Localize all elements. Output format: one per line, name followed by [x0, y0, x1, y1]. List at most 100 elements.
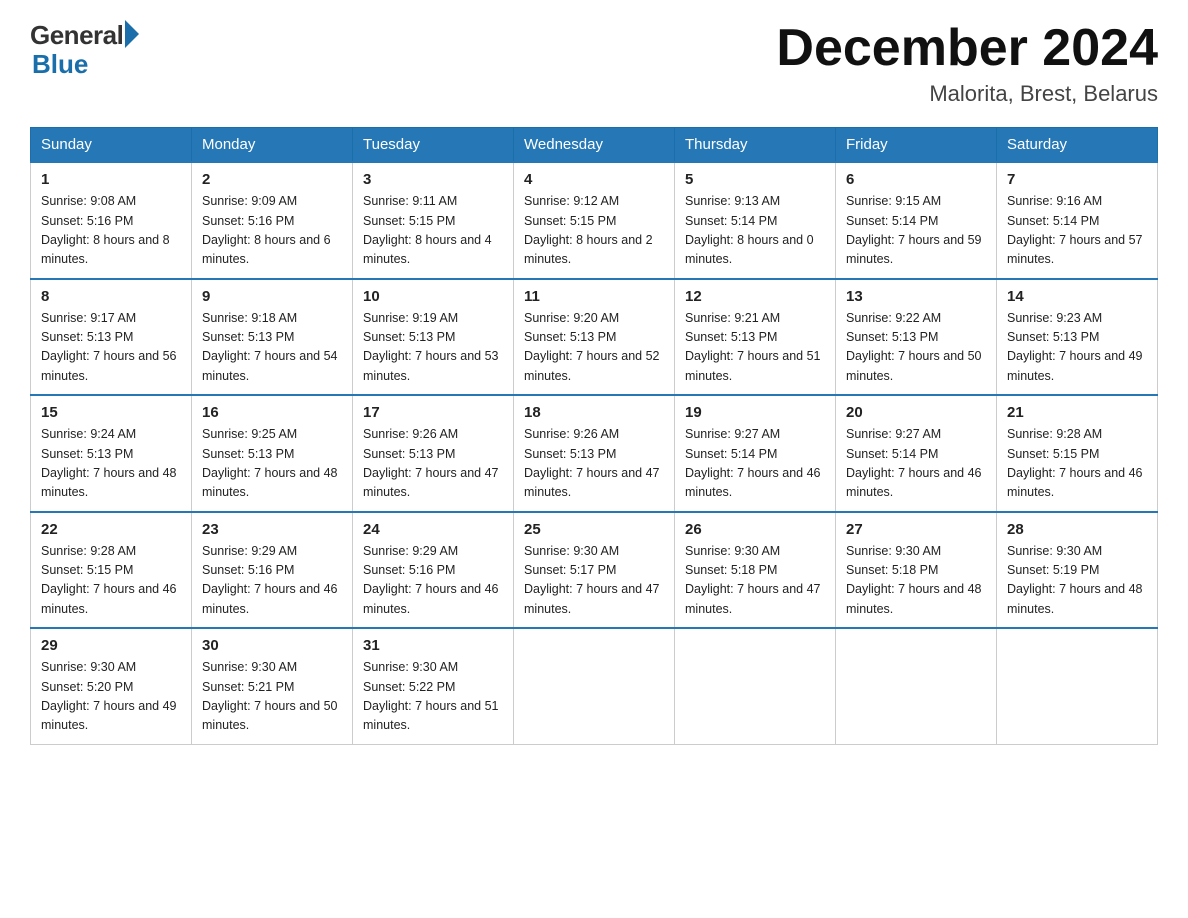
- calendar-week-row: 1 Sunrise: 9:08 AMSunset: 5:16 PMDaylight…: [31, 162, 1158, 279]
- calendar-day-cell: 19Sunrise: 9:27 AMSunset: 5:14 PMDayligh…: [675, 395, 836, 512]
- day-number: 8: [41, 288, 181, 305]
- calendar-day-cell: 27 Sunrise: 9:30 AMSunset: 5:18 PMDayligh…: [836, 512, 997, 629]
- day-info: Sunrise: 9:30 AMSunset: 5:21 PMDaylight:…: [202, 658, 342, 736]
- day-number: 4: [524, 171, 664, 188]
- month-title: December 2024: [776, 20, 1158, 77]
- day-info: Sunrise: 9:16 AMSunset: 5:14 PMDaylight:…: [1007, 192, 1147, 270]
- calendar-day-cell: 29 Sunrise: 9:30 AMSunset: 5:20 PMDayligh…: [31, 628, 192, 744]
- day-number: 26: [685, 521, 825, 538]
- day-info: Sunrise: 9:24 AMSunset: 5:13 PMDaylight:…: [41, 425, 181, 503]
- day-number: 22: [41, 521, 181, 538]
- calendar-day-cell: 13Sunrise: 9:22 AMSunset: 5:13 PMDayligh…: [836, 279, 997, 396]
- day-info: Sunrise: 9:27 AMSunset: 5:14 PMDaylight:…: [846, 425, 986, 503]
- day-number: 24: [363, 521, 503, 538]
- day-info: Sunrise: 9:30 AMSunset: 5:22 PMDaylight:…: [363, 658, 503, 736]
- calendar-day-cell: 11 Sunrise: 9:20 AMSunset: 5:13 PMDayligh…: [514, 279, 675, 396]
- day-info: Sunrise: 9:13 AMSunset: 5:14 PMDaylight:…: [685, 192, 825, 270]
- calendar-header-sunday: Sunday: [31, 128, 192, 163]
- day-number: 2: [202, 171, 342, 188]
- calendar-day-cell: [675, 628, 836, 744]
- calendar-day-cell: 14 Sunrise: 9:23 AMSunset: 5:13 PMDayligh…: [997, 279, 1158, 396]
- calendar-day-cell: 17 Sunrise: 9:26 AMSunset: 5:13 PMDayligh…: [353, 395, 514, 512]
- day-info: Sunrise: 9:30 AMSunset: 5:18 PMDaylight:…: [846, 542, 986, 620]
- logo: General Blue: [30, 20, 139, 80]
- calendar-header-saturday: Saturday: [997, 128, 1158, 163]
- calendar-day-cell: 16 Sunrise: 9:25 AMSunset: 5:13 PMDayligh…: [192, 395, 353, 512]
- calendar-day-cell: 4 Sunrise: 9:12 AMSunset: 5:15 PMDaylight…: [514, 162, 675, 279]
- day-info: Sunrise: 9:30 AMSunset: 5:20 PMDaylight:…: [41, 658, 181, 736]
- day-info: Sunrise: 9:29 AMSunset: 5:16 PMDaylight:…: [363, 542, 503, 620]
- day-info: Sunrise: 9:29 AMSunset: 5:16 PMDaylight:…: [202, 542, 342, 620]
- day-number: 18: [524, 404, 664, 421]
- day-number: 1: [41, 171, 181, 188]
- calendar-day-cell: [836, 628, 997, 744]
- day-number: 31: [363, 637, 503, 654]
- calendar-header-monday: Monday: [192, 128, 353, 163]
- day-number: 21: [1007, 404, 1147, 421]
- calendar-day-cell: 25Sunrise: 9:30 AMSunset: 5:17 PMDayligh…: [514, 512, 675, 629]
- calendar-day-cell: 3Sunrise: 9:11 AMSunset: 5:15 PMDaylight…: [353, 162, 514, 279]
- day-info: Sunrise: 9:26 AMSunset: 5:13 PMDaylight:…: [524, 425, 664, 503]
- calendar-day-cell: 10Sunrise: 9:19 AMSunset: 5:13 PMDayligh…: [353, 279, 514, 396]
- calendar-day-cell: 8 Sunrise: 9:17 AMSunset: 5:13 PMDaylight…: [31, 279, 192, 396]
- day-info: Sunrise: 9:30 AMSunset: 5:17 PMDaylight:…: [524, 542, 664, 620]
- day-info: Sunrise: 9:17 AMSunset: 5:13 PMDaylight:…: [41, 309, 181, 387]
- day-number: 28: [1007, 521, 1147, 538]
- calendar-day-cell: 5 Sunrise: 9:13 AMSunset: 5:14 PMDaylight…: [675, 162, 836, 279]
- calendar-week-row: 15 Sunrise: 9:24 AMSunset: 5:13 PMDayligh…: [31, 395, 1158, 512]
- day-number: 27: [846, 521, 986, 538]
- day-number: 30: [202, 637, 342, 654]
- calendar-day-cell: 15 Sunrise: 9:24 AMSunset: 5:13 PMDayligh…: [31, 395, 192, 512]
- day-number: 29: [41, 637, 181, 654]
- calendar-week-row: 29 Sunrise: 9:30 AMSunset: 5:20 PMDayligh…: [31, 628, 1158, 744]
- calendar-header-thursday: Thursday: [675, 128, 836, 163]
- day-info: Sunrise: 9:19 AMSunset: 5:13 PMDaylight:…: [363, 309, 503, 387]
- calendar-day-cell: 21Sunrise: 9:28 AMSunset: 5:15 PMDayligh…: [997, 395, 1158, 512]
- calendar-day-cell: 24 Sunrise: 9:29 AMSunset: 5:16 PMDayligh…: [353, 512, 514, 629]
- calendar-header-row: SundayMondayTuesdayWednesdayThursdayFrid…: [31, 128, 1158, 163]
- calendar-day-cell: [514, 628, 675, 744]
- day-number: 14: [1007, 288, 1147, 305]
- day-info: Sunrise: 9:30 AMSunset: 5:19 PMDaylight:…: [1007, 542, 1147, 620]
- calendar-day-cell: 20Sunrise: 9:27 AMSunset: 5:14 PMDayligh…: [836, 395, 997, 512]
- day-number: 19: [685, 404, 825, 421]
- day-info: Sunrise: 9:20 AMSunset: 5:13 PMDaylight:…: [524, 309, 664, 387]
- day-number: 11: [524, 288, 664, 305]
- day-info: Sunrise: 9:12 AMSunset: 5:15 PMDaylight:…: [524, 192, 664, 270]
- day-number: 23: [202, 521, 342, 538]
- logo-blue-text: Blue: [32, 49, 88, 80]
- page-header: General Blue December 2024 Malorita, Bre…: [30, 20, 1158, 107]
- day-number: 15: [41, 404, 181, 421]
- day-number: 5: [685, 171, 825, 188]
- calendar-day-cell: 12Sunrise: 9:21 AMSunset: 5:13 PMDayligh…: [675, 279, 836, 396]
- calendar-day-cell: [997, 628, 1158, 744]
- day-info: Sunrise: 9:26 AMSunset: 5:13 PMDaylight:…: [363, 425, 503, 503]
- calendar-day-cell: 31 Sunrise: 9:30 AMSunset: 5:22 PMDayligh…: [353, 628, 514, 744]
- calendar-day-cell: 26 Sunrise: 9:30 AMSunset: 5:18 PMDayligh…: [675, 512, 836, 629]
- calendar-header-tuesday: Tuesday: [353, 128, 514, 163]
- day-info: Sunrise: 9:18 AMSunset: 5:13 PMDaylight:…: [202, 309, 342, 387]
- calendar-day-cell: 18 Sunrise: 9:26 AMSunset: 5:13 PMDayligh…: [514, 395, 675, 512]
- calendar-week-row: 8 Sunrise: 9:17 AMSunset: 5:13 PMDaylight…: [31, 279, 1158, 396]
- day-info: Sunrise: 9:09 AMSunset: 5:16 PMDaylight:…: [202, 192, 342, 270]
- logo-general-text: General: [30, 20, 123, 51]
- day-number: 9: [202, 288, 342, 305]
- day-number: 17: [363, 404, 503, 421]
- day-info: Sunrise: 9:25 AMSunset: 5:13 PMDaylight:…: [202, 425, 342, 503]
- day-info: Sunrise: 9:30 AMSunset: 5:18 PMDaylight:…: [685, 542, 825, 620]
- calendar-week-row: 22 Sunrise: 9:28 AMSunset: 5:15 PMDayligh…: [31, 512, 1158, 629]
- calendar-day-cell: 6 Sunrise: 9:15 AMSunset: 5:14 PMDaylight…: [836, 162, 997, 279]
- day-info: Sunrise: 9:28 AMSunset: 5:15 PMDaylight:…: [41, 542, 181, 620]
- day-number: 3: [363, 171, 503, 188]
- calendar-day-cell: 2 Sunrise: 9:09 AMSunset: 5:16 PMDaylight…: [192, 162, 353, 279]
- calendar-day-cell: 28 Sunrise: 9:30 AMSunset: 5:19 PMDayligh…: [997, 512, 1158, 629]
- day-number: 6: [846, 171, 986, 188]
- day-info: Sunrise: 9:23 AMSunset: 5:13 PMDaylight:…: [1007, 309, 1147, 387]
- day-info: Sunrise: 9:08 AMSunset: 5:16 PMDaylight:…: [41, 192, 181, 270]
- day-number: 16: [202, 404, 342, 421]
- day-info: Sunrise: 9:15 AMSunset: 5:14 PMDaylight:…: [846, 192, 986, 270]
- calendar-table: SundayMondayTuesdayWednesdayThursdayFrid…: [30, 127, 1158, 745]
- calendar-day-cell: 30 Sunrise: 9:30 AMSunset: 5:21 PMDayligh…: [192, 628, 353, 744]
- location-title: Malorita, Brest, Belarus: [776, 81, 1158, 107]
- day-info: Sunrise: 9:21 AMSunset: 5:13 PMDaylight:…: [685, 309, 825, 387]
